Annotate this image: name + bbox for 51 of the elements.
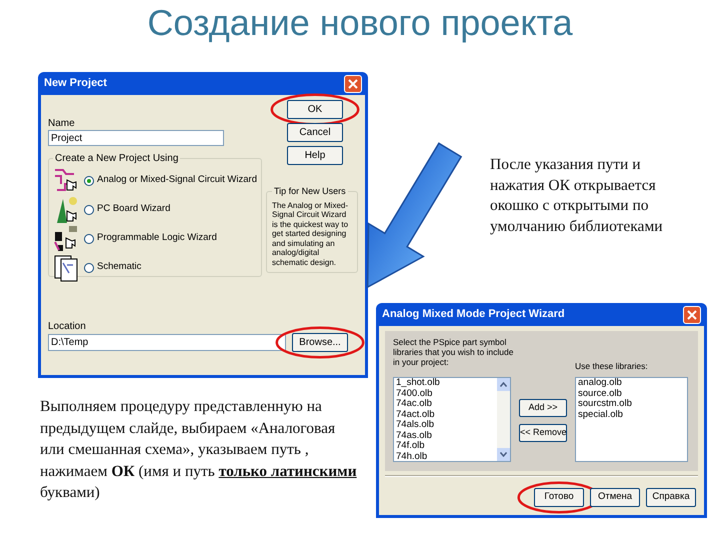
list-item[interactable]: sourcstm.olb [578,399,687,410]
browse-button[interactable]: Browse... [292,333,348,352]
radio-button[interactable] [84,176,94,186]
slide-title: Создание нового проекта [147,2,573,44]
name-label: Name [48,118,76,130]
window-title: New Project [44,76,107,92]
dialog-button[interactable]: Справка [646,488,696,507]
used-libraries-label: Use these libraries: [575,361,649,371]
dialog-button[interactable]: Help [287,146,343,165]
chevron-down-icon [500,452,507,457]
list-item[interactable]: source.olb [578,388,687,399]
list-item[interactable]: 74act.olb [396,410,497,420]
location-label: Location [48,321,87,333]
note-text: После указания пути и нажатия ОК открывается окошко с открытыми по умолчанию библиотеками [490,155,664,236]
option-label[interactable]: Schematic [97,260,142,275]
option-label[interactable]: PC Board Wizard [97,202,170,217]
scroll-down-button[interactable] [497,448,510,461]
list-item[interactable]: 74f.olb [396,441,497,452]
list-item[interactable]: 74h.olb [396,452,497,461]
option-label[interactable]: Programmable Logic Wizard [97,231,217,246]
dialog-button[interactable]: Cancel [287,123,343,142]
list-item[interactable]: 1_shot.olb [396,378,497,388]
name-field[interactable]: Project [48,130,224,146]
scroll-up-button[interactable] [497,378,510,391]
location-field[interactable]: D:\Temp [48,334,286,351]
dialog-button[interactable]: OK [287,100,343,119]
radio-button[interactable] [84,234,94,244]
dialog-button[interactable]: Готово [534,488,584,507]
chevron-up-icon [500,382,507,387]
close-icon [687,310,697,320]
instruction-text: Select the PSpice part symbol libraries that you wish to include in your project: [393,337,514,369]
list-item[interactable]: special.olb [578,410,687,420]
close-icon [348,78,358,88]
option-label[interactable]: Analog or Mixed-Signal Circuit Wizard [97,173,257,188]
close-button[interactable] [344,74,362,92]
list-item[interactable]: 7400.olb [396,388,497,399]
close-button[interactable] [683,306,701,324]
group-title: Create a New Project Using [54,152,180,166]
window-title: Analog Mixed Mode Project Wizard [382,307,565,322]
radio-button[interactable] [84,204,94,214]
list-item[interactable]: 74as.olb [396,430,497,441]
remove-button[interactable]: << Remove [519,424,567,442]
list-item[interactable]: 74als.olb [396,420,497,430]
list-item[interactable]: 74ac.olb [396,399,497,410]
add-button[interactable]: Add >> [519,399,567,417]
tip-text: The Analog or Mixed-Signal Circuit Wizard is the quickest way to get started designing and simulating an analog/digital schematic design. [272,200,350,267]
radio-button[interactable] [84,262,94,272]
instruction-paragraph: Выполняем процедуру представленную на предыдущем слайде, выбираем «Аналоговая или смешанная схема», указываем путь , нажимаем ОК (имя и путь только латинскими буквами) [40,397,358,503]
list-item[interactable]: analog.olb [578,378,687,388]
tip-title: Tip for New Users [272,185,347,198]
dialog-button[interactable]: Отмена [590,488,640,507]
